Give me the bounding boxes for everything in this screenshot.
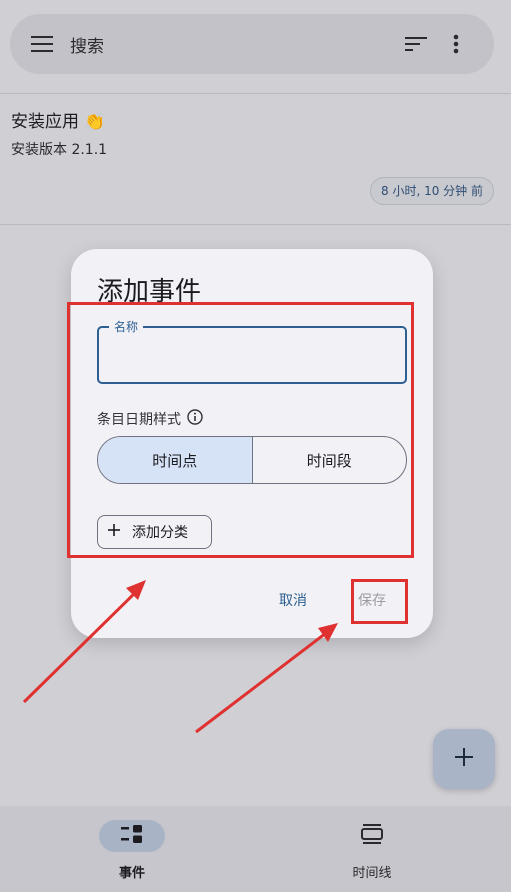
nav-label-events: 事件 bbox=[118, 866, 145, 881]
time-ago-chip: 8 小时, 10 分钟 前 bbox=[370, 177, 494, 205]
sort-icon[interactable] bbox=[396, 24, 436, 64]
more-vert-icon[interactable] bbox=[436, 24, 476, 64]
timeline-icon bbox=[361, 824, 383, 848]
annotation-arrow-line bbox=[195, 628, 331, 734]
nav-label-timeline: 时间线 bbox=[352, 866, 392, 881]
list-divider bbox=[0, 224, 511, 225]
list-divider bbox=[0, 93, 511, 94]
annotation-highlight-box bbox=[351, 579, 408, 624]
cancel-button[interactable]: 取消 bbox=[279, 590, 307, 610]
search-bar[interactable]: 搜索 bbox=[10, 14, 494, 74]
menu-icon[interactable] bbox=[30, 32, 54, 56]
event-title: 安装应用 👏 bbox=[11, 112, 106, 132]
nav-item-timeline[interactable]: 时间线 bbox=[302, 816, 442, 888]
add-icon bbox=[454, 747, 474, 771]
event-subtitle: 安装版本 2.1.1 bbox=[11, 142, 108, 158]
event-list-item[interactable]: 安装应用 👏 安装版本 2.1.1 8 小时, 10 分钟 前 bbox=[0, 95, 511, 223]
annotation-highlight-box bbox=[67, 302, 414, 558]
add-event-fab[interactable] bbox=[433, 729, 495, 789]
events-icon bbox=[120, 825, 144, 847]
search-placeholder[interactable]: 搜索 bbox=[70, 32, 396, 57]
bottom-navigation: 事件 时间线 bbox=[0, 806, 511, 892]
nav-item-events[interactable]: 事件 bbox=[62, 816, 202, 888]
